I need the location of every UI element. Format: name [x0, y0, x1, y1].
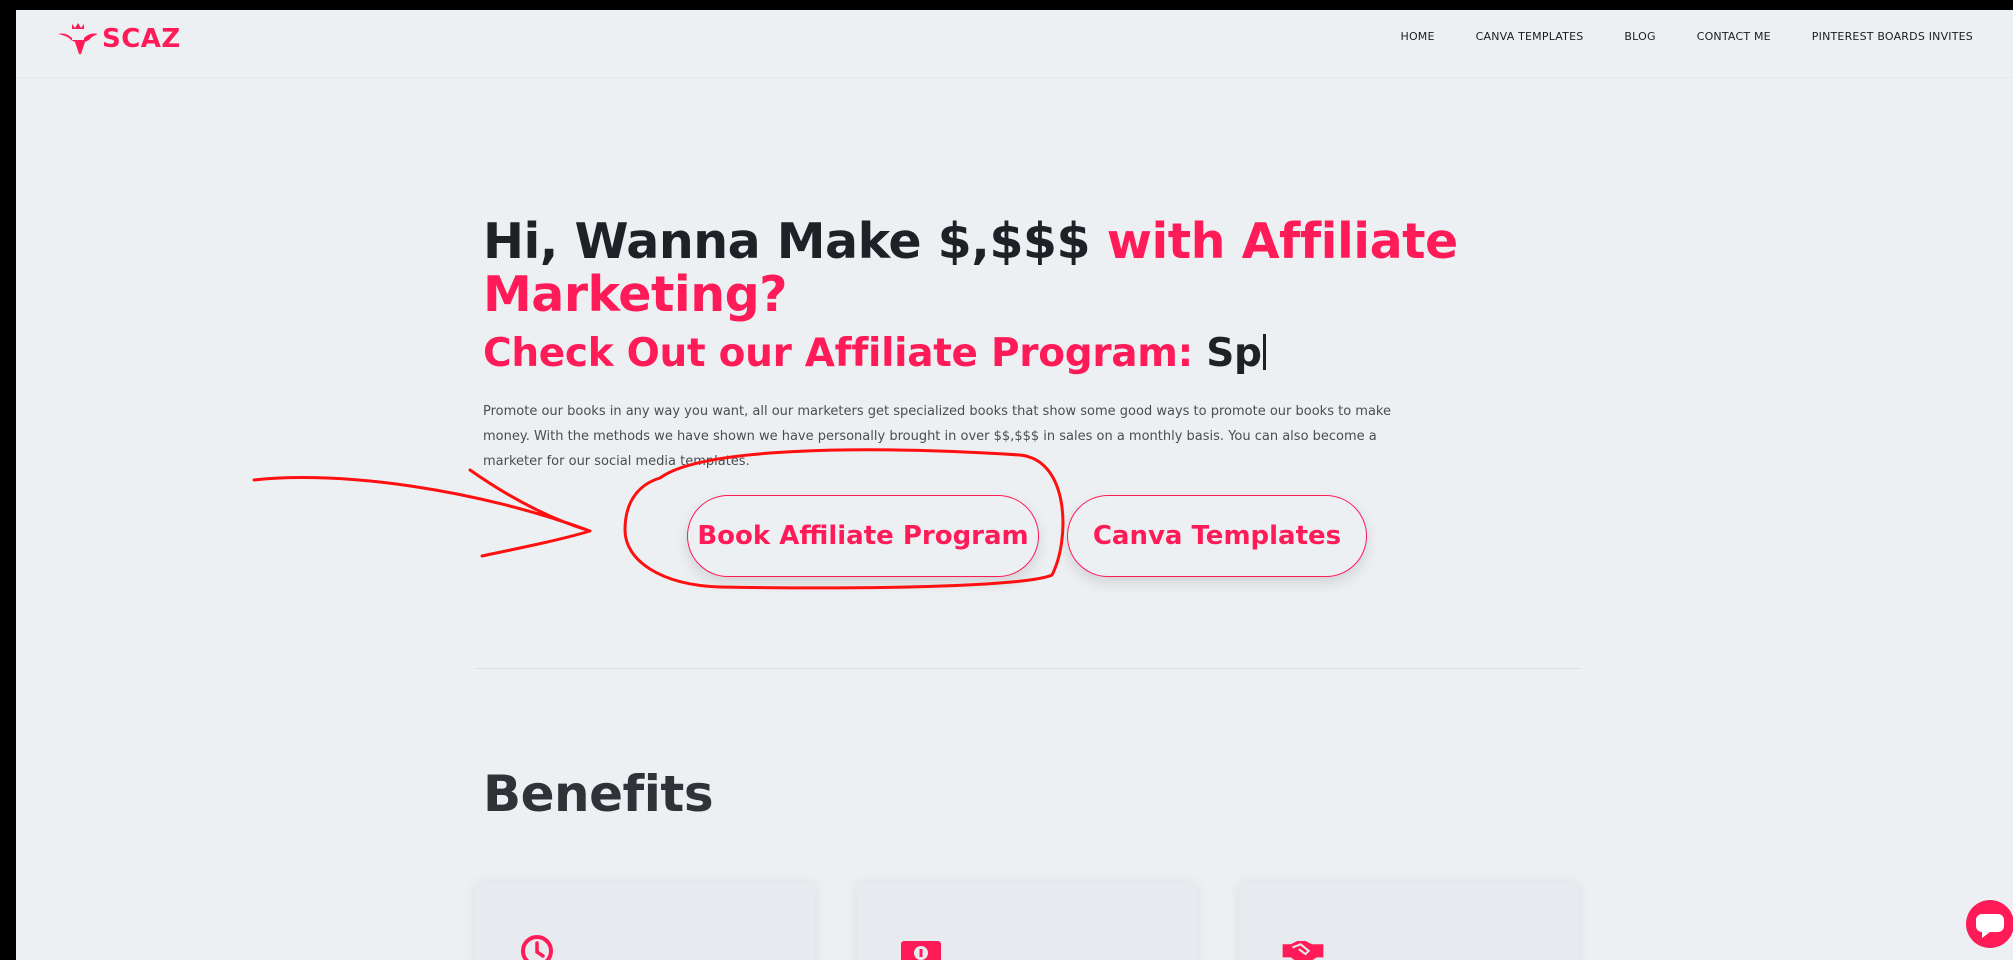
logo[interactable]: SCAZ [56, 20, 181, 58]
section-divider [476, 668, 1580, 669]
clock-icon [521, 935, 553, 960]
main-nav: HOME CANVA TEMPLATES BLOG CONTACT ME PIN… [1400, 30, 1973, 43]
hero-title-dark: Hi, Wanna Make $,$$$ [483, 213, 1107, 270]
hero-subtitle-text: Check Out our Affiliate Program: [483, 331, 1207, 376]
handshake-icon [1282, 941, 1324, 960]
benefit-card [857, 883, 1197, 960]
typing-cursor [1262, 334, 1266, 370]
nav-pinterest-boards-invites[interactable]: PINTEREST BOARDS INVITES [1812, 30, 1973, 43]
page: SCAZ HOME CANVA TEMPLATES BLOG CONTACT M… [16, 10, 2013, 960]
hero-description: Promote our books in any way you want, a… [483, 404, 1391, 469]
hero-section: Hi, Wanna Make $,$$$ with Affiliate Mark… [483, 215, 1503, 474]
hero-title: Hi, Wanna Make $,$$$ with Affiliate Mark… [483, 215, 1503, 321]
typed-text: Sp [1206, 331, 1262, 376]
nav-home[interactable]: HOME [1400, 30, 1434, 43]
benefits-title: Benefits [483, 765, 714, 823]
chat-bubble-icon[interactable] [1966, 900, 2013, 948]
benefit-card [475, 883, 815, 960]
book-affiliate-program-button[interactable]: Book Affiliate Program [687, 495, 1039, 577]
logo-crown-icon [58, 23, 98, 54]
logo-text: SCAZ [102, 24, 181, 54]
money-bill-icon [901, 941, 941, 960]
nav-blog[interactable]: BLOG [1624, 30, 1655, 43]
canva-templates-button[interactable]: Canva Templates [1067, 495, 1367, 577]
benefit-card [1239, 883, 1579, 960]
hero-subtitle: Check Out our Affiliate Program: Sp [483, 331, 1503, 377]
nav-canva-templates[interactable]: CANVA TEMPLATES [1476, 30, 1584, 43]
site-header: SCAZ HOME CANVA TEMPLATES BLOG CONTACT M… [16, 10, 2013, 78]
nav-contact-me[interactable]: CONTACT ME [1697, 30, 1771, 43]
